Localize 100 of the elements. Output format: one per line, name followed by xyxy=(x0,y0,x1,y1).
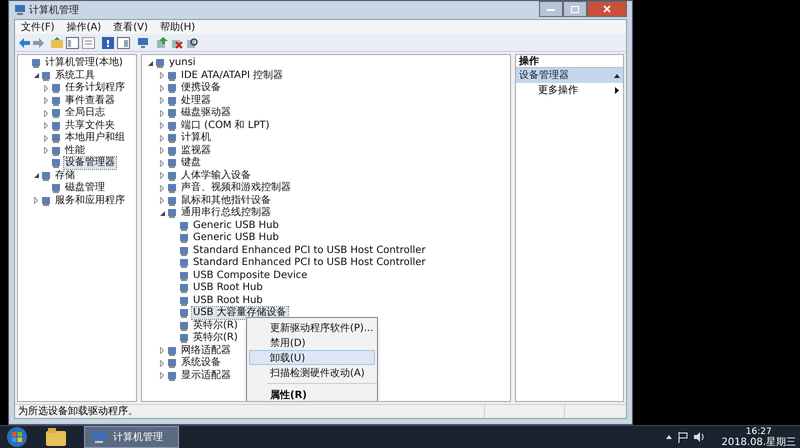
collapsed-triangle-icon[interactable] xyxy=(160,360,164,367)
collapsed-triangle-icon[interactable] xyxy=(160,160,164,167)
tree-item[interactable]: 磁盘管理 xyxy=(64,182,106,194)
collapsed-triangle-icon[interactable] xyxy=(160,172,164,180)
scan-hardware-icon[interactable] xyxy=(186,36,198,48)
tree-item[interactable]: 声音、视频和游戏控制器 xyxy=(180,182,292,194)
folder-icon[interactable] xyxy=(46,428,66,446)
context-menu-item[interactable]: 卸载(U) xyxy=(249,350,375,365)
tree-item[interactable]: USB Composite Device xyxy=(192,270,308,282)
collapsed-triangle-icon[interactable] xyxy=(160,72,164,80)
tree-item[interactable]: 便携设备 xyxy=(180,82,222,94)
flag-icon[interactable] xyxy=(678,432,688,442)
tree-item[interactable]: Generic USB Hub xyxy=(192,232,280,244)
console-tree-icon[interactable] xyxy=(66,36,79,48)
tree-item[interactable]: 计算机管理(本地) xyxy=(44,57,124,70)
folder-up-icon[interactable] xyxy=(51,37,63,48)
context-menu-item[interactable]: 更新驱动程序软件(P)... xyxy=(249,320,375,335)
minimize-button[interactable] xyxy=(539,1,563,17)
device-icon xyxy=(179,233,189,244)
tree-item[interactable]: 键盘 xyxy=(180,157,202,170)
collapsed-triangle-icon[interactable] xyxy=(44,122,48,130)
tree-item[interactable]: 本地用户和组 xyxy=(64,132,126,144)
tree-item[interactable]: 磁盘驱动器 xyxy=(180,107,232,120)
context-menu-item[interactable]: 扫描检测硬件改动(A) xyxy=(249,365,375,380)
tree-item[interactable]: IDE ATA/ATAPI 控制器 xyxy=(180,70,284,82)
collapsed-triangle-icon[interactable] xyxy=(160,110,164,117)
tree-item[interactable]: 任务计划程序 xyxy=(64,82,126,94)
expanded-triangle-icon[interactable] xyxy=(34,73,38,78)
taskbar-button[interactable]: 计算机管理 xyxy=(84,426,179,448)
menu-item[interactable]: 帮助(H) xyxy=(156,20,200,34)
tree-item[interactable]: 共享文件夹 xyxy=(64,120,116,132)
tree-item[interactable]: 设备管理器 xyxy=(64,157,116,170)
actions-section-header[interactable]: 设备管理器 xyxy=(516,68,623,83)
collapsed-triangle-icon[interactable] xyxy=(160,134,164,142)
monitor-icon[interactable] xyxy=(137,36,149,48)
start-orb-icon[interactable] xyxy=(6,426,28,448)
computer-icon xyxy=(91,430,107,444)
device-icon xyxy=(167,196,177,206)
clock-time[interactable]: 16:27 xyxy=(746,426,772,436)
context-menu-item[interactable]: 属性(R) xyxy=(249,387,375,401)
clock-date[interactable]: 2018.08.星期三 xyxy=(721,436,796,448)
collapsed-triangle-icon[interactable] xyxy=(44,147,48,154)
collapsed-triangle-icon[interactable] xyxy=(160,372,164,380)
tree-item[interactable]: 事件查看器 xyxy=(64,94,116,107)
device-icon xyxy=(167,370,177,381)
tree-item[interactable]: yunsi xyxy=(168,57,197,70)
menu-item[interactable]: 文件(F) xyxy=(17,20,59,34)
expanded-triangle-icon[interactable] xyxy=(148,60,152,66)
collapsed-triangle-icon[interactable] xyxy=(44,134,48,142)
speaker-icon[interactable] xyxy=(694,432,706,442)
collapsed-triangle-icon[interactable] xyxy=(160,97,164,104)
tree-item[interactable]: 处理器 xyxy=(180,94,212,107)
tree-item[interactable]: Generic USB Hub xyxy=(192,220,280,232)
menu-item[interactable]: 操作(A) xyxy=(62,20,106,34)
collapsed-triangle-icon[interactable] xyxy=(160,347,164,354)
collapsed-triangle-icon[interactable] xyxy=(160,147,164,154)
collapsed-triangle-icon[interactable] xyxy=(160,184,164,192)
forward-arrow-icon[interactable] xyxy=(33,38,44,48)
tree-item[interactable]: 系统工具 xyxy=(54,70,96,82)
tree-item[interactable]: Standard Enhanced PCI to USB Host Controller xyxy=(192,257,427,270)
minimize-icon xyxy=(547,8,555,10)
tree-item[interactable]: 英特尔(R) xyxy=(192,320,239,332)
collapsed-triangle-icon[interactable] xyxy=(44,84,48,92)
tree-item[interactable]: 人体学输入设备 xyxy=(180,170,252,182)
collapsed-triangle-icon[interactable] xyxy=(160,197,164,204)
tree-item[interactable]: Standard Enhanced PCI to USB Host Controller xyxy=(192,244,427,257)
tree-item[interactable]: 系统设备 xyxy=(180,357,222,370)
tree-item[interactable]: 通用串行总线控制器 xyxy=(180,207,272,220)
maximize-button[interactable] xyxy=(563,1,587,17)
close-button[interactable] xyxy=(587,1,627,17)
tree-item[interactable]: 鼠标和其他指针设备 xyxy=(180,194,272,207)
menu-item[interactable]: 查看(V) xyxy=(109,20,152,34)
tree-item[interactable]: 英特尔(R) xyxy=(192,332,239,344)
expanded-triangle-icon[interactable] xyxy=(34,173,38,178)
tree-item[interactable]: 全局日志 xyxy=(64,107,106,120)
list-view-icon[interactable] xyxy=(82,36,95,48)
update-driver-icon[interactable] xyxy=(156,36,168,48)
collapsed-triangle-icon[interactable] xyxy=(44,97,48,104)
action-item[interactable]: 更多操作 xyxy=(516,83,623,98)
panel-view-icon[interactable] xyxy=(117,36,130,48)
tree-item[interactable]: 显示适配器 xyxy=(180,370,232,382)
expanded-triangle-icon[interactable] xyxy=(160,210,164,216)
tree-item[interactable]: USB Root Hub xyxy=(192,282,264,294)
tree-item[interactable]: 计算机 xyxy=(180,132,212,144)
tree-item[interactable]: 端口 (COM 和 LPT) xyxy=(180,120,271,132)
tree-item[interactable]: 服务和应用程序 xyxy=(54,194,126,207)
collapse-caret-icon xyxy=(614,74,620,78)
back-arrow-icon[interactable] xyxy=(19,38,30,48)
show-hidden-icons-caret-icon[interactable] xyxy=(666,435,672,439)
collapsed-triangle-icon[interactable] xyxy=(160,84,164,92)
tree-item[interactable]: 网络适配器 xyxy=(180,344,232,357)
collapsed-triangle-icon[interactable] xyxy=(34,197,38,204)
context-menu-item[interactable]: 禁用(D) xyxy=(249,335,375,350)
collapsed-triangle-icon[interactable] xyxy=(160,122,164,130)
tree-item[interactable]: 存储 xyxy=(54,170,76,182)
tree-item[interactable]: USB Root Hub xyxy=(192,294,264,307)
tree-item[interactable]: 性能 xyxy=(64,144,86,157)
tree-item[interactable]: USB 大容量存储设备 xyxy=(192,307,288,320)
tree-item[interactable]: 监视器 xyxy=(180,144,212,157)
collapsed-triangle-icon[interactable] xyxy=(44,110,48,117)
